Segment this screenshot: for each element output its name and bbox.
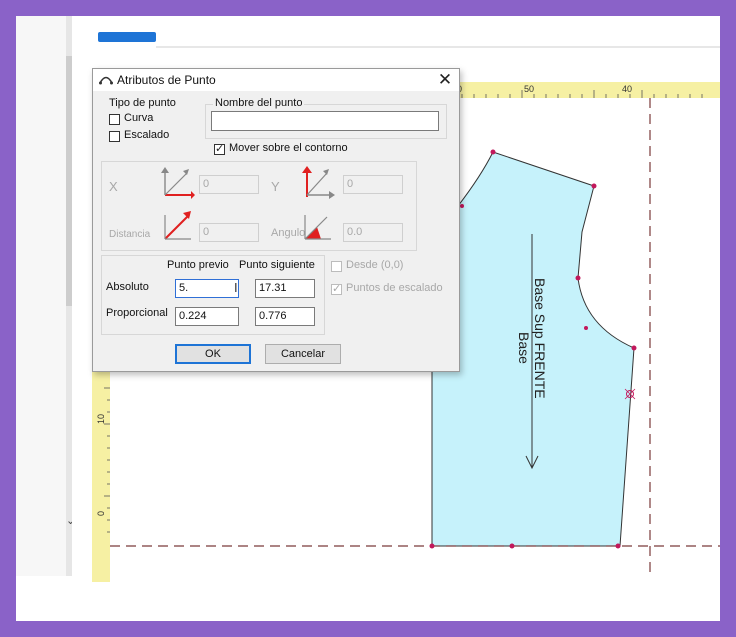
curve-point-icon — [99, 76, 113, 85]
dialog-title: Atributos de Punto — [117, 73, 216, 87]
curva-checkbox[interactable] — [109, 114, 120, 125]
absolute-previous-input[interactable]: 5. — [175, 279, 239, 298]
text-cursor-icon: I — [234, 280, 238, 295]
cancel-button[interactable]: Cancelar — [265, 344, 341, 364]
selected-point-marker[interactable] — [624, 388, 636, 400]
from-origin-checkbox[interactable] — [331, 261, 342, 272]
angle-input[interactable]: 0.0 — [343, 223, 403, 242]
point-type-label: Tipo de punto — [109, 97, 176, 109]
escalado-label: Escalado — [124, 129, 170, 141]
left-panel — [16, 16, 66, 576]
x-input[interactable]: 0 — [199, 175, 259, 194]
absolute-label: Absoluto — [106, 281, 149, 293]
proportional-next-input[interactable]: 0.776 — [255, 307, 315, 326]
top-tab[interactable] — [98, 32, 156, 42]
ruler-label-10: 10 — [96, 414, 106, 424]
ruler-label-40: 40 — [622, 84, 632, 94]
y-label: Y — [271, 179, 280, 194]
distance-label: Distancia — [109, 229, 151, 240]
absolute-next-input[interactable]: 17.31 — [255, 279, 315, 298]
angle-icon — [304, 215, 331, 240]
point-attributes-dialog: Atributos de Punto ✕ Tipo de punto Curva… — [92, 68, 460, 372]
left-scroll-thumb[interactable] — [66, 56, 72, 306]
left-gutter — [72, 16, 88, 576]
app-frame: ⌄ 60 50 40 — [16, 16, 720, 621]
x-label: X — [109, 179, 118, 194]
scaling-points-checkbox[interactable] — [331, 282, 342, 295]
scaling-points-label: Puntos de escalado — [346, 282, 443, 294]
axis-y-icon — [302, 166, 335, 199]
axis-x-icon — [161, 167, 195, 199]
y-input[interactable]: 0 — [343, 175, 403, 194]
point-name-input[interactable] — [211, 111, 439, 131]
curva-label: Curva — [124, 112, 154, 124]
dialog-titlebar[interactable]: Atributos de Punto ✕ — [93, 69, 459, 91]
move-on-contour-label: Mover sobre el contorno — [229, 142, 348, 154]
ok-button[interactable]: OK — [175, 344, 251, 364]
ruler-label-0: 0 — [96, 511, 106, 516]
pattern-label-2: Base — [516, 332, 532, 364]
next-point-label: Punto siguiente — [239, 259, 315, 271]
close-button[interactable]: ✕ — [433, 69, 457, 91]
pattern-label-1: Base Sup FRENTE — [532, 278, 548, 399]
point-name-label: Nombre del punto — [213, 97, 305, 109]
move-on-contour-checkbox[interactable] — [214, 142, 225, 155]
previous-point-label: Punto previo — [167, 259, 229, 271]
from-origin-label: Desde (0,0) — [346, 259, 404, 271]
proportional-previous-input[interactable]: 0.224 — [175, 307, 239, 326]
distance-input[interactable]: 0 — [199, 223, 259, 242]
distance-icon — [164, 211, 191, 240]
ruler-label-50: 50 — [524, 84, 534, 94]
proportional-label: Proporcional — [106, 307, 168, 319]
escalado-checkbox[interactable] — [109, 131, 120, 142]
